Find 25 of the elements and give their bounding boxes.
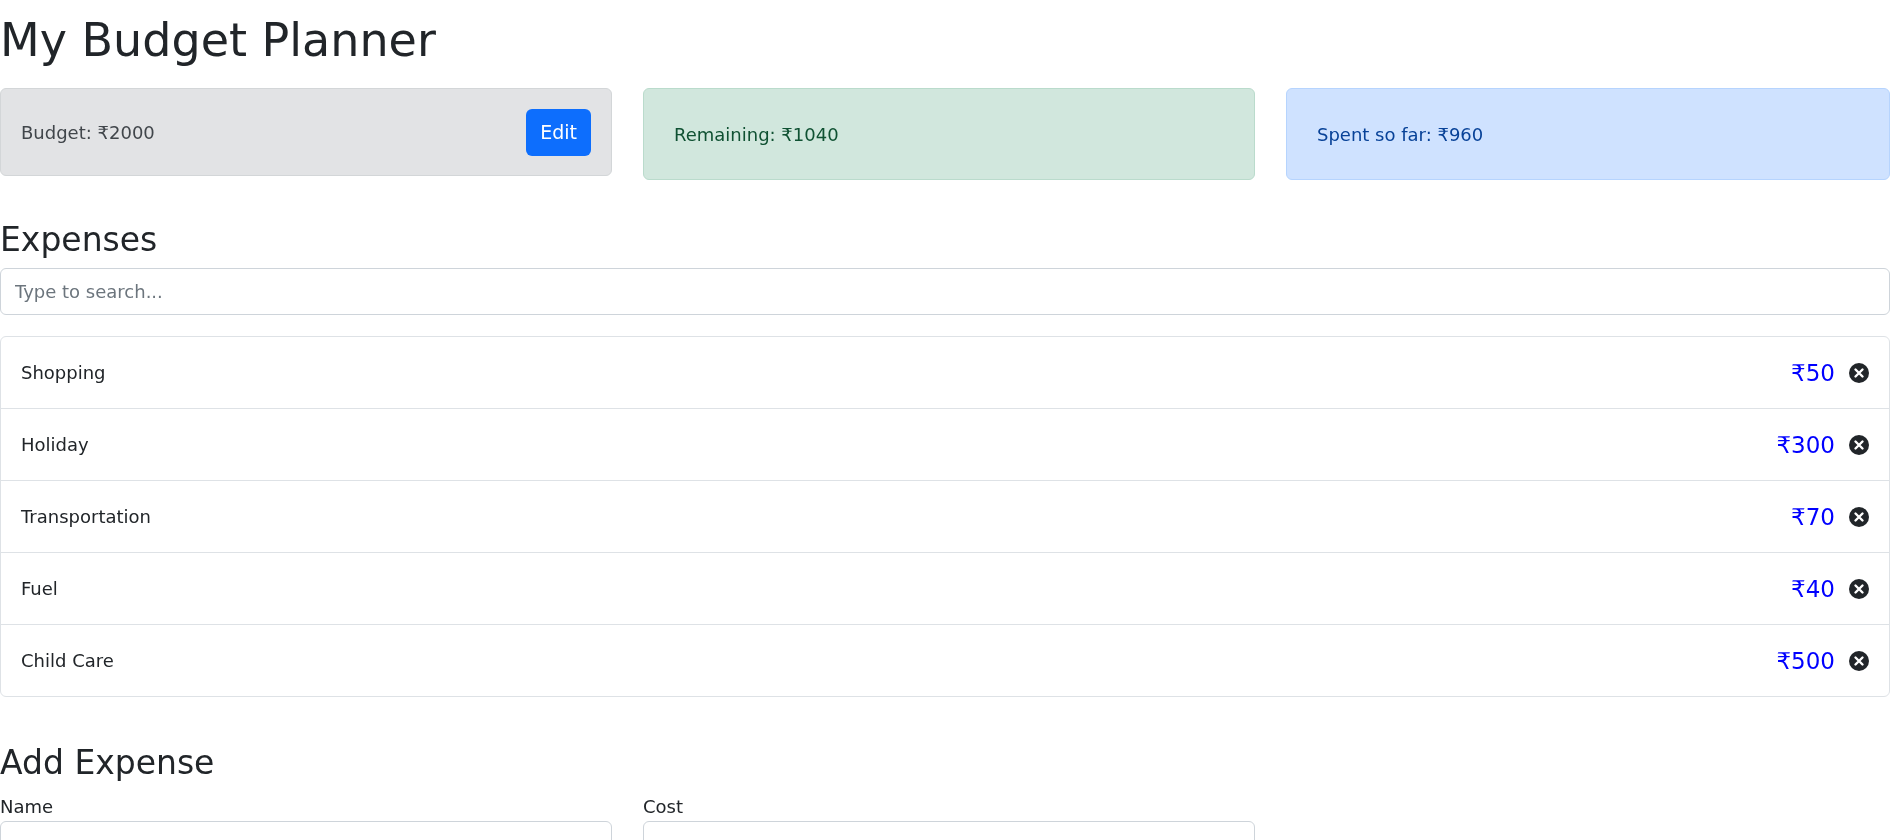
expense-name: Child Care [21,650,114,671]
summary-text: Budget: ₹2000 [21,121,155,143]
delete-icon[interactable] [1849,362,1869,383]
summary-text: Spent so far: ₹960 [1317,123,1484,145]
expense-name: Fuel [21,578,58,599]
expense-cost: ₹500 [1776,647,1835,674]
delete-icon[interactable] [1849,506,1869,527]
expense-name: Transportation [21,506,151,527]
delete-icon[interactable] [1849,434,1869,455]
expense-cost: ₹50 [1791,359,1835,386]
expense-name: Holiday [21,434,89,455]
expense-cost: ₹70 [1791,503,1835,530]
page-title: My Budget Planner [0,12,437,69]
expense-cost: ₹300 [1776,431,1835,458]
field-label: Name [0,795,55,819]
field-label: Cost [643,795,685,819]
section-title: Expenses [0,220,159,260]
section-title: Add Expense [0,743,216,783]
expense-cost: ₹40 [1791,575,1835,602]
edit-button[interactable]: Edit [526,108,591,156]
search-field[interactable]: Type to search... [0,268,1890,315]
delete-icon[interactable] [1849,650,1869,671]
delete-icon[interactable] [1849,578,1869,599]
summary-text: Remaining: ₹1040 [674,123,839,145]
expense-name: Shopping [21,362,106,383]
